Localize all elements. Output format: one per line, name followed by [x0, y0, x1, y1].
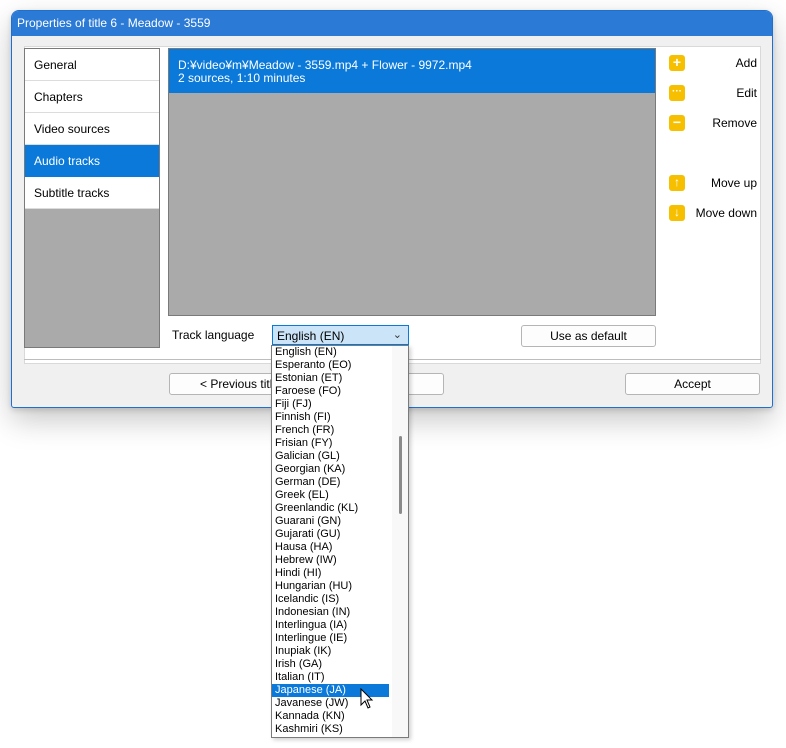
language-option[interactable]: Hausa (HA): [272, 541, 389, 554]
language-option[interactable]: Georgian (KA): [272, 463, 389, 476]
chevron-down-icon: ⌄: [392, 329, 402, 341]
language-option[interactable]: Kashmiri (KS): [272, 723, 389, 736]
audio-track-list[interactable]: D:¥video¥m¥Meadow - 3559.mp4 + Flower - …: [168, 48, 656, 316]
plus-icon: +: [669, 55, 685, 71]
mouse-cursor-icon: [360, 688, 374, 709]
accept-button[interactable]: Accept: [625, 373, 760, 395]
language-option[interactable]: Italian (IT): [272, 671, 389, 684]
window-title: Properties of title 6 - Meadow - 3559: [12, 11, 772, 36]
language-option[interactable]: Greek (EL): [272, 489, 389, 502]
sidebar: General Chapters Video sources Audio tra…: [24, 48, 160, 348]
language-option[interactable]: Hungarian (HU): [272, 580, 389, 593]
language-option[interactable]: Galician (GL): [272, 450, 389, 463]
language-option[interactable]: German (DE): [272, 476, 389, 489]
add-button[interactable]: + Add: [669, 55, 757, 73]
language-option[interactable]: Interlingue (IE): [272, 632, 389, 645]
language-option[interactable]: Hindi (HI): [272, 567, 389, 580]
language-option[interactable]: Estonian (ET): [272, 372, 389, 385]
ellipsis-icon: ···: [669, 85, 685, 101]
language-option[interactable]: Hebrew (IW): [272, 554, 389, 567]
sidebar-item-general[interactable]: General: [25, 49, 159, 81]
sidebar-item-chapters[interactable]: Chapters: [25, 81, 159, 113]
track-row[interactable]: D:¥video¥m¥Meadow - 3559.mp4 + Flower - …: [169, 49, 655, 93]
minus-icon: −: [669, 115, 685, 131]
language-option[interactable]: Finnish (FI): [272, 411, 389, 424]
track-details: 2 sources, 1:10 minutes: [178, 71, 306, 85]
track-language-select[interactable]: English (EN) ⌄: [272, 325, 409, 345]
use-as-default-button[interactable]: Use as default: [521, 325, 656, 347]
move-up-button[interactable]: ↑ Move up: [669, 175, 757, 193]
language-option[interactable]: Esperanto (EO): [272, 359, 389, 372]
sidebar-item-subtitle-tracks[interactable]: Subtitle tracks: [25, 177, 159, 209]
move-down-button[interactable]: ↓ Move down: [669, 205, 757, 223]
language-dropdown-list[interactable]: English (EN) Esperanto (EO) Estonian (ET) F…: [271, 345, 409, 738]
language-option[interactable]: Greenlandic (KL): [272, 502, 389, 515]
language-option[interactable]: Guarani (GN): [272, 515, 389, 528]
language-option[interactable]: Indonesian (IN): [272, 606, 389, 619]
language-option[interactable]: Inupiak (IK): [272, 645, 389, 658]
sidebar-item-video-sources[interactable]: Video sources: [25, 113, 159, 145]
language-option[interactable]: French (FR): [272, 424, 389, 437]
sidebar-item-audio-tracks[interactable]: Audio tracks: [25, 145, 159, 177]
edit-button[interactable]: ··· Edit: [669, 85, 757, 103]
remove-button[interactable]: − Remove: [669, 115, 757, 133]
language-option[interactable]: Gujarati (GU): [272, 528, 389, 541]
arrow-up-icon: ↑: [669, 175, 685, 191]
language-option[interactable]: Faroese (FO): [272, 385, 389, 398]
language-option[interactable]: Kannada (KN): [272, 710, 389, 723]
scrollbar-thumb[interactable]: [399, 436, 402, 514]
language-option[interactable]: English (EN): [272, 346, 389, 359]
language-option[interactable]: Frisian (FY): [272, 437, 389, 450]
track-language-label: Track language: [172, 328, 255, 342]
language-option[interactable]: Interlingua (IA): [272, 619, 389, 632]
language-option[interactable]: Icelandic (IS): [272, 593, 389, 606]
arrow-down-icon: ↓: [669, 205, 685, 221]
dropdown-scrollbar[interactable]: [392, 346, 408, 737]
language-option[interactable]: Irish (GA): [272, 658, 389, 671]
language-option[interactable]: Fiji (FJ): [272, 398, 389, 411]
